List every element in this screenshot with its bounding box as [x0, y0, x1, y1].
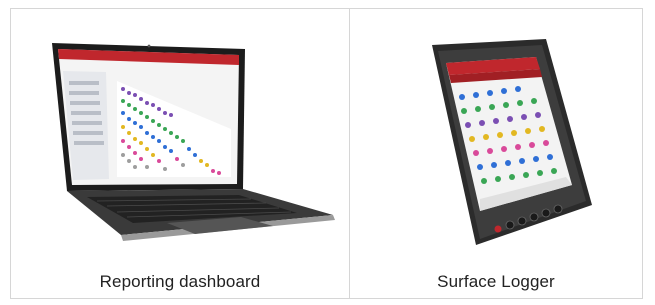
tablet-image	[432, 39, 592, 245]
tile-reporting-dashboard[interactable]: Reporting dashboard	[11, 9, 350, 299]
product-grid: Reporting dashboard Surface Logger	[10, 8, 643, 299]
tile-caption: Reporting dashboard	[99, 272, 261, 291]
laptop-image	[52, 43, 335, 241]
tile-surface-logger[interactable]: Surface Logger	[350, 9, 643, 299]
tile-caption: Surface Logger	[437, 272, 555, 291]
